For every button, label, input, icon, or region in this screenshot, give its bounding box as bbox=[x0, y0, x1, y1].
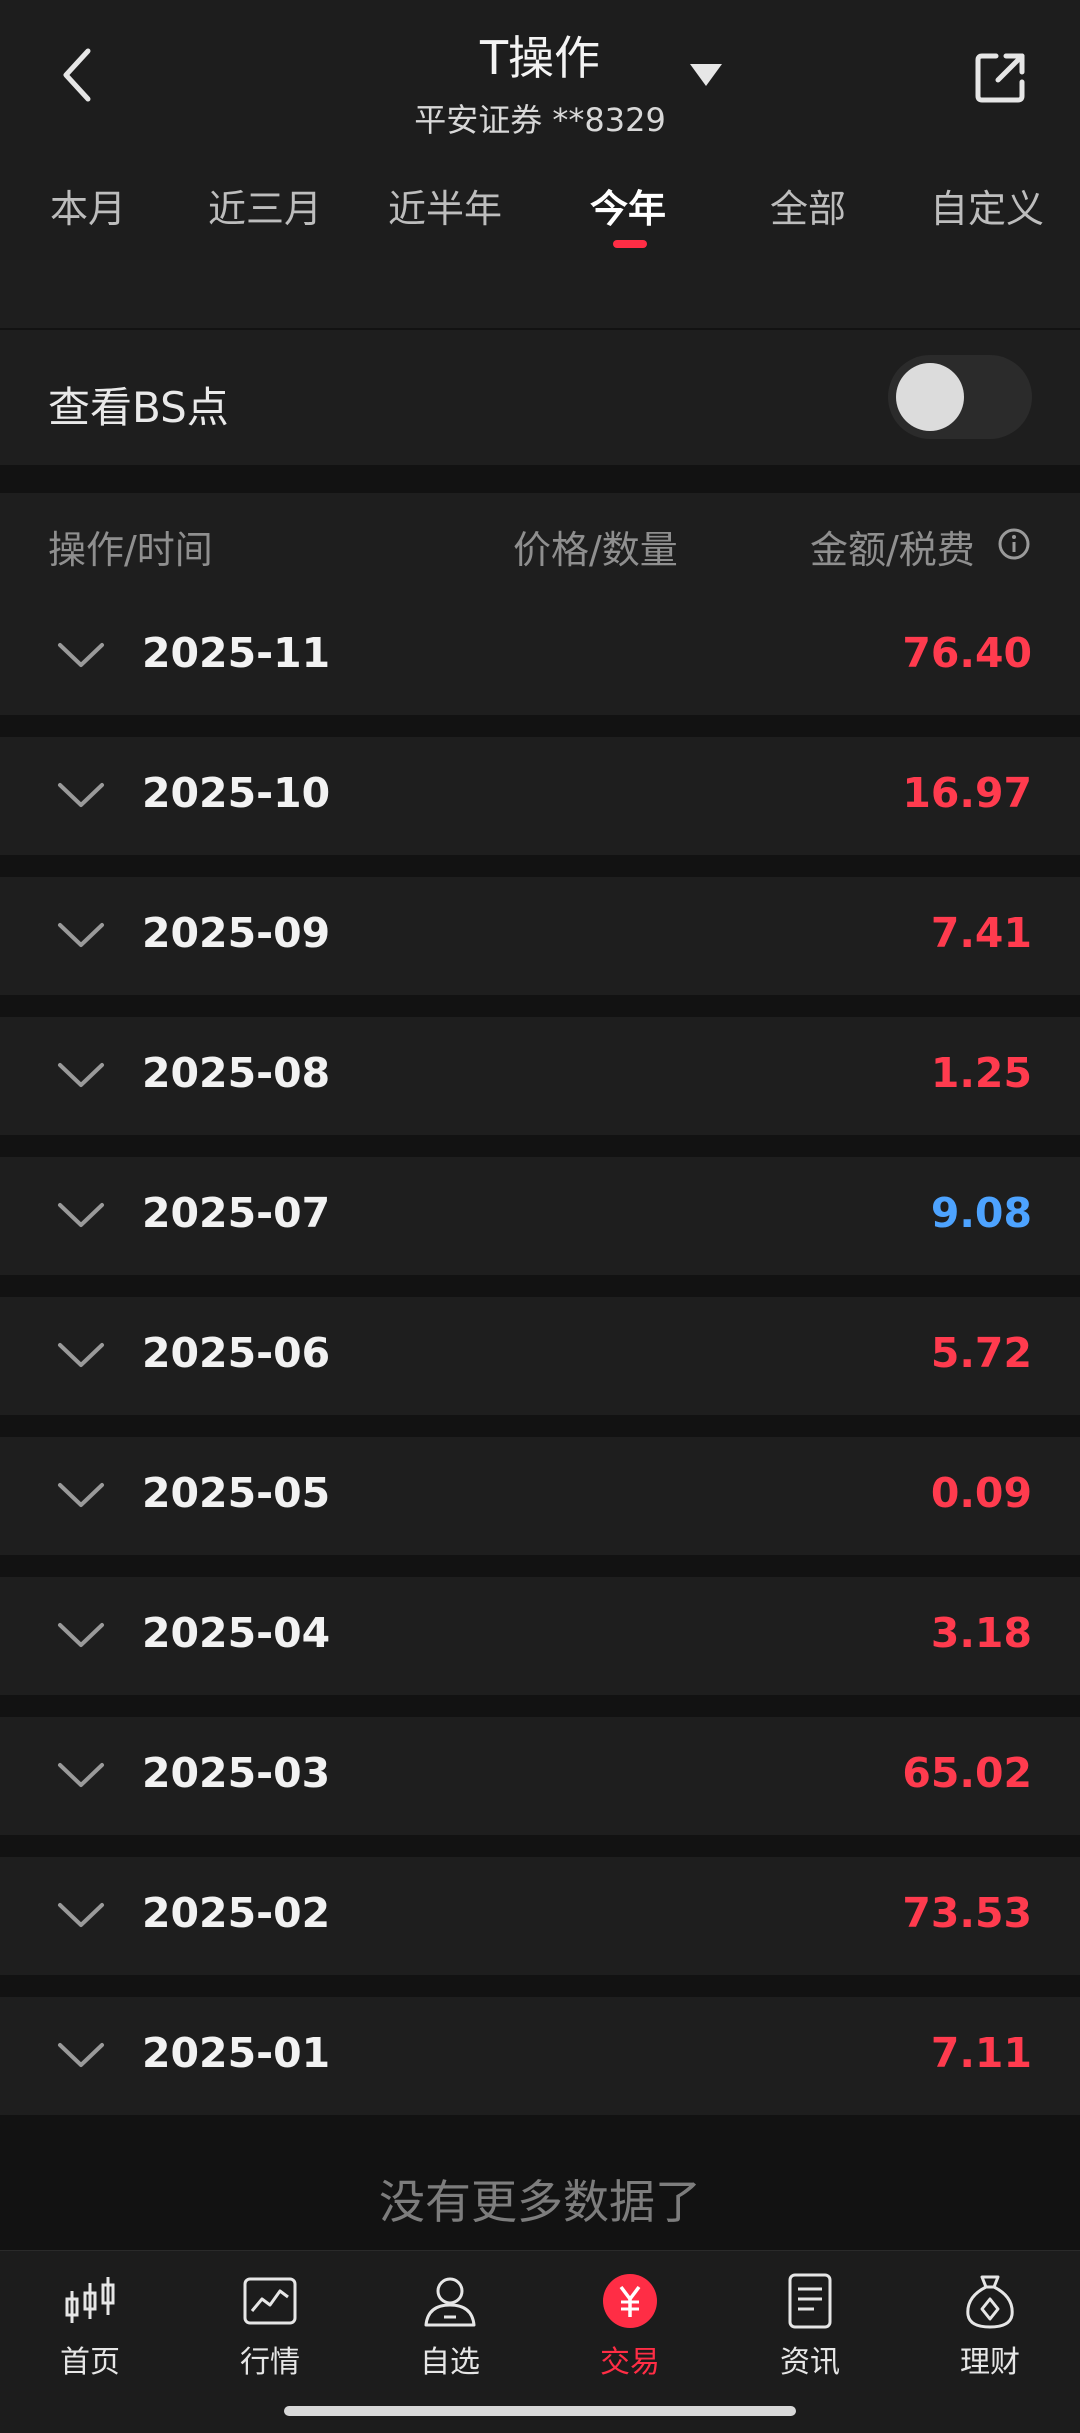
month-amount: 76.40 bbox=[902, 629, 1032, 677]
chevron-down-icon bbox=[58, 1343, 104, 1367]
month-amount: 73.53 bbox=[902, 1889, 1032, 1937]
month-label: 2025-02 bbox=[142, 1889, 331, 1937]
month-label: 2025-05 bbox=[142, 1469, 331, 1517]
tabbar-label: 行情 bbox=[240, 2345, 300, 2380]
month-label: 2025-06 bbox=[142, 1329, 331, 1377]
yen-coin-icon bbox=[603, 2274, 657, 2328]
tabbar-home[interactable]: 首页 bbox=[0, 2271, 180, 2381]
tab-this-month[interactable]: 本月 bbox=[50, 178, 126, 233]
col-price-quantity: 价格/数量 bbox=[513, 528, 678, 572]
tabbar-news[interactable]: 资讯 bbox=[720, 2271, 900, 2381]
tab-three-months[interactable]: 近三月 bbox=[208, 178, 322, 233]
month-amount: 7.41 bbox=[930, 909, 1032, 957]
chevron-down-icon bbox=[58, 783, 104, 807]
month-amount: 5.72 bbox=[930, 1329, 1032, 1377]
month-row[interactable]: 2025-01 7.11 bbox=[0, 1997, 1080, 2115]
tabbar-label: 资讯 bbox=[780, 2345, 840, 2380]
month-label: 2025-03 bbox=[142, 1749, 331, 1797]
tab-custom[interactable]: 自定义 bbox=[930, 178, 1044, 233]
month-row[interactable]: 2025-09 7.41 bbox=[0, 877, 1080, 995]
share-icon[interactable] bbox=[972, 50, 1028, 106]
chevron-down-icon bbox=[58, 2043, 104, 2067]
month-amount: 9.08 bbox=[930, 1189, 1032, 1237]
chevron-down-icon bbox=[58, 1203, 104, 1227]
col-amount-tax: 金额/税费 bbox=[810, 528, 975, 572]
month-row[interactable]: 2025-11 76.40 bbox=[0, 597, 1080, 715]
document-icon bbox=[788, 2273, 832, 2329]
account-subtitle: 平安证券 **8329 bbox=[414, 101, 666, 139]
month-row[interactable]: 2025-06 5.72 bbox=[0, 1297, 1080, 1415]
candlestick-icon bbox=[65, 2277, 115, 2323]
month-row[interactable]: 2025-08 1.25 bbox=[0, 1017, 1080, 1135]
month-label: 2025-11 bbox=[142, 629, 331, 677]
month-amount: 1.25 bbox=[930, 1049, 1032, 1097]
tabbar-trade[interactable]: 交易 bbox=[540, 2271, 720, 2381]
chart-icon bbox=[243, 2277, 297, 2325]
month-amount: 3.18 bbox=[930, 1609, 1032, 1657]
chevron-down-icon bbox=[58, 1483, 104, 1507]
month-row[interactable]: 2025-04 3.18 bbox=[0, 1577, 1080, 1695]
month-row[interactable]: 2025-02 73.53 bbox=[0, 1857, 1080, 1975]
month-row[interactable]: 2025-07 9.08 bbox=[0, 1157, 1080, 1275]
chevron-down-icon bbox=[58, 1763, 104, 1787]
page-title: T操作 bbox=[479, 31, 601, 85]
bs-points-toggle[interactable] bbox=[888, 355, 1032, 439]
tabbar-watchlist[interactable]: 自选 bbox=[360, 2271, 540, 2381]
chevron-down-icon bbox=[58, 923, 104, 947]
tab-half-year[interactable]: 近半年 bbox=[388, 178, 502, 233]
month-row[interactable]: 2025-03 65.02 bbox=[0, 1717, 1080, 1835]
month-label: 2025-04 bbox=[142, 1609, 331, 1657]
home-indicator[interactable] bbox=[284, 2406, 796, 2416]
tabbar-market[interactable]: 行情 bbox=[180, 2271, 360, 2381]
chevron-down-icon bbox=[58, 1903, 104, 1927]
money-bag-icon bbox=[966, 2275, 1014, 2329]
tab-all[interactable]: 全部 bbox=[770, 178, 846, 233]
month-amount: 16.97 bbox=[902, 769, 1032, 817]
tabbar-label: 理财 bbox=[960, 2345, 1020, 2380]
summary-card-partial bbox=[0, 260, 1080, 328]
person-icon bbox=[424, 2277, 476, 2327]
tabbar-label: 首页 bbox=[60, 2345, 120, 2380]
month-label: 2025-01 bbox=[142, 2029, 331, 2077]
bs-points-label: 查看BS点 bbox=[48, 383, 229, 432]
month-label: 2025-08 bbox=[142, 1049, 331, 1097]
month-amount: 65.02 bbox=[902, 1749, 1032, 1797]
col-operation-time: 操作/时间 bbox=[48, 528, 213, 572]
tabbar-label: 交易 bbox=[600, 2345, 660, 2380]
month-amount: 0.09 bbox=[930, 1469, 1032, 1517]
info-icon[interactable] bbox=[997, 527, 1031, 561]
bs-points-row: 查看BS点 bbox=[0, 330, 1080, 465]
active-tab-indicator bbox=[613, 240, 647, 248]
tabbar-wealth[interactable]: 理财 bbox=[900, 2271, 1080, 2381]
tab-this-year[interactable]: 今年 bbox=[590, 178, 666, 233]
account-dropdown-icon[interactable] bbox=[690, 64, 722, 86]
month-row[interactable]: 2025-05 0.09 bbox=[0, 1437, 1080, 1555]
chevron-down-icon bbox=[58, 1063, 104, 1087]
month-label: 2025-10 bbox=[142, 769, 331, 817]
period-tabs: 本月 近三月 近半年 今年 全部 自定义 bbox=[0, 150, 1080, 260]
month-label: 2025-09 bbox=[142, 909, 331, 957]
chevron-down-icon bbox=[58, 643, 104, 667]
no-more-data: 没有更多数据了 bbox=[379, 2175, 701, 2229]
month-row[interactable]: 2025-10 16.97 bbox=[0, 737, 1080, 855]
chevron-down-icon bbox=[58, 1623, 104, 1647]
toggle-knob bbox=[896, 363, 964, 431]
month-label: 2025-07 bbox=[142, 1189, 331, 1237]
month-amount: 7.11 bbox=[930, 2029, 1032, 2077]
tabbar-label: 自选 bbox=[420, 2345, 480, 2380]
header: T操作 平安证券 **8329 bbox=[0, 0, 1080, 150]
